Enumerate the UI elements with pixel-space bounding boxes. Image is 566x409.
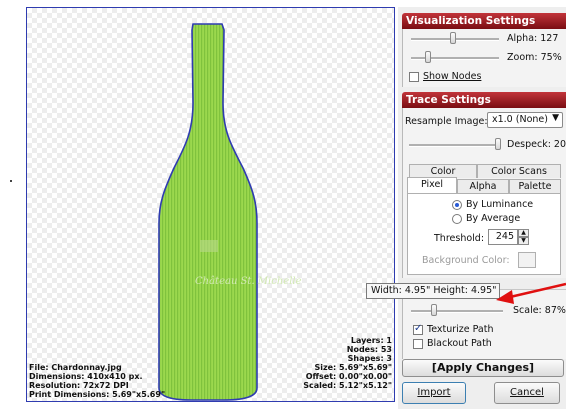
despeck-slider-thumb[interactable] — [495, 138, 501, 150]
pixel-tab-panel: By Luminance By Average Threshold: 245 ▲… — [407, 193, 561, 275]
threshold-input[interactable]: 245 — [488, 229, 518, 245]
tab-color-scans[interactable]: Color Scans — [477, 164, 561, 178]
trace-settings-title: Trace Settings — [406, 94, 491, 106]
cancel-button[interactable]: Cancel — [494, 382, 560, 404]
spin-down-icon[interactable]: ▼ — [518, 237, 529, 245]
bottle-image: Château St. Michelle — [158, 23, 302, 401]
nodes-info: Nodes: 53 — [346, 345, 392, 354]
tab-color[interactable]: Color — [409, 164, 477, 178]
texturize-path-checkbox[interactable] — [413, 323, 423, 335]
despeck-label: Despeck: 200 — [507, 139, 566, 150]
visualization-settings-title: Visualization Settings — [406, 15, 536, 27]
trace-settings-header[interactable]: Trace Settings — [402, 92, 566, 108]
offset-info: Offset: 0.00"x0.00" — [305, 372, 392, 381]
bottle-label-text: Château St. Michelle — [195, 276, 302, 287]
dimensions-info: Dimensions: 410x410 px. — [29, 372, 143, 381]
tab-palette[interactable]: Palette — [509, 179, 561, 193]
background-color-swatch[interactable] — [518, 252, 536, 268]
print-dimensions-info: Print Dimensions: 5.69"x5.69" — [29, 390, 166, 399]
red-arrow-icon — [496, 282, 566, 304]
despeck-slider-track[interactable] — [409, 144, 501, 147]
resolution-info: Resolution: 72x72 DPI — [29, 381, 129, 390]
settings-panel: Visualization Settings Alpha: 127 Zoom: … — [398, 7, 566, 409]
bottle-shape — [158, 23, 258, 401]
show-nodes-label[interactable]: Show Nodes — [423, 71, 481, 82]
by-luminance-radio[interactable] — [452, 200, 462, 210]
by-luminance-label[interactable]: By Luminance — [466, 199, 533, 210]
scale-label: Scale: 87% — [513, 305, 566, 316]
tab-alpha[interactable]: Alpha — [457, 179, 509, 193]
by-average-label[interactable]: By Average — [466, 213, 520, 224]
left-margin — [0, 0, 24, 409]
dropdown-arrow-icon: ▼ — [552, 113, 559, 123]
import-button[interactable]: Import — [402, 382, 466, 404]
blackout-path-label[interactable]: Blackout Path — [427, 338, 492, 349]
file-info: File: Chardonnay.jpg — [29, 363, 122, 372]
zoom-slider-thumb[interactable] — [425, 51, 431, 63]
alpha-label: Alpha: 127 — [507, 33, 559, 44]
scaled-info: Scaled: 5.12"x5.12" — [303, 381, 392, 390]
blackout-path-checkbox[interactable] — [413, 339, 423, 349]
scale-slider-track[interactable] — [411, 310, 503, 313]
texturize-path-label[interactable]: Texturize Path — [427, 324, 494, 335]
resample-select-value: x1.0 (None) — [492, 114, 548, 125]
trace-settings-body: Resample Image: x1.0 (None) ▼ Despeck: 2… — [402, 108, 566, 278]
bottle-emblem — [200, 240, 218, 252]
shapes-info: Shapes: 3 — [347, 354, 392, 363]
apply-changes-button[interactable]: [Apply Changes] — [402, 359, 564, 377]
visualization-settings-header[interactable]: Visualization Settings — [402, 13, 566, 29]
trace-canvas[interactable]: Château St. Michelle File: Chardonnay.jp… — [26, 7, 395, 402]
threshold-label: Threshold: — [434, 233, 485, 244]
resample-label: Resample Image: — [405, 116, 488, 127]
stray-dot — [10, 180, 12, 182]
layers-info: Layers: 1 — [350, 336, 392, 345]
zoom-label: Zoom: 75% — [507, 52, 562, 63]
background-color-label: Background Color: — [422, 255, 510, 266]
alpha-slider-thumb[interactable] — [450, 32, 456, 44]
size-info: Size: 5.69"x5.69" — [314, 363, 392, 372]
tab-pixel[interactable]: Pixel — [407, 177, 457, 193]
visualization-settings-body: Alpha: 127 Zoom: 75% Show Nodes — [402, 29, 566, 87]
show-nodes-checkbox[interactable] — [409, 72, 419, 82]
size-tooltip: Width: 4.95" Height: 4.95" — [366, 283, 500, 299]
by-average-radio[interactable] — [452, 214, 462, 224]
spin-up-icon[interactable]: ▲ — [518, 229, 529, 237]
scale-slider-thumb[interactable] — [431, 304, 437, 316]
resample-select[interactable]: x1.0 (None) ▼ — [487, 112, 563, 128]
